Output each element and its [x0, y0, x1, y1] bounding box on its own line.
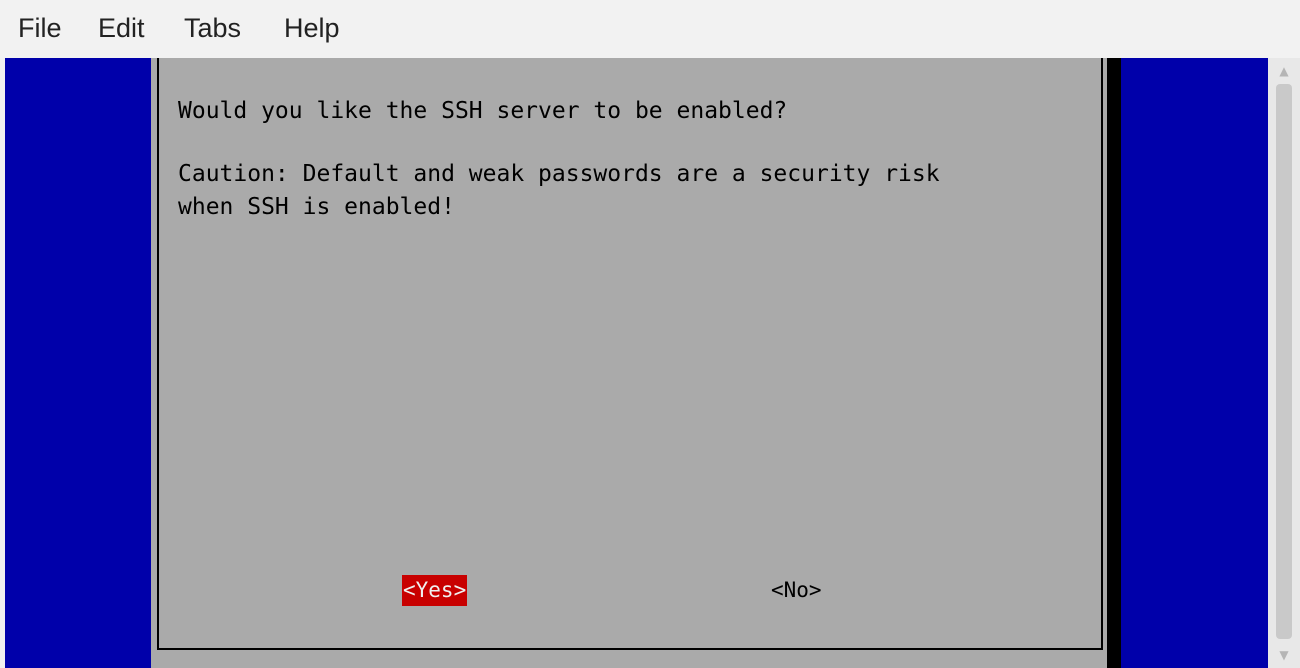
menu-file[interactable]: File [18, 12, 62, 44]
menu-help[interactable]: Help [284, 12, 340, 44]
ssh-dialog: Would you like the SSH server to be enab… [151, 58, 1113, 668]
no-button[interactable]: <No> [770, 575, 823, 606]
arrow-down-icon[interactable]: ▼ [1268, 644, 1300, 666]
menu-bar: File Edit Tabs Help [0, 0, 1300, 58]
caution-line-1: Caution: Default and weak passwords are … [178, 161, 940, 187]
vertical-scrollbar[interactable]: ▲ ▼ [1268, 58, 1300, 668]
dialog-caution: Caution: Default and weak passwords are … [178, 158, 940, 224]
caution-line-2: when SSH is enabled! [178, 194, 455, 220]
terminal-area[interactable]: Would you like the SSH server to be enab… [5, 58, 1268, 668]
arrow-up-icon[interactable]: ▲ [1268, 60, 1300, 82]
yes-button[interactable]: <Yes> [402, 575, 468, 606]
dialog-frame [157, 58, 1103, 650]
menu-tabs[interactable]: Tabs [184, 12, 241, 44]
dialog-question: Would you like the SSH server to be enab… [178, 98, 788, 124]
scrollbar-thumb[interactable] [1276, 84, 1292, 639]
dialog-shadow [1107, 58, 1121, 668]
menu-edit[interactable]: Edit [98, 12, 145, 44]
